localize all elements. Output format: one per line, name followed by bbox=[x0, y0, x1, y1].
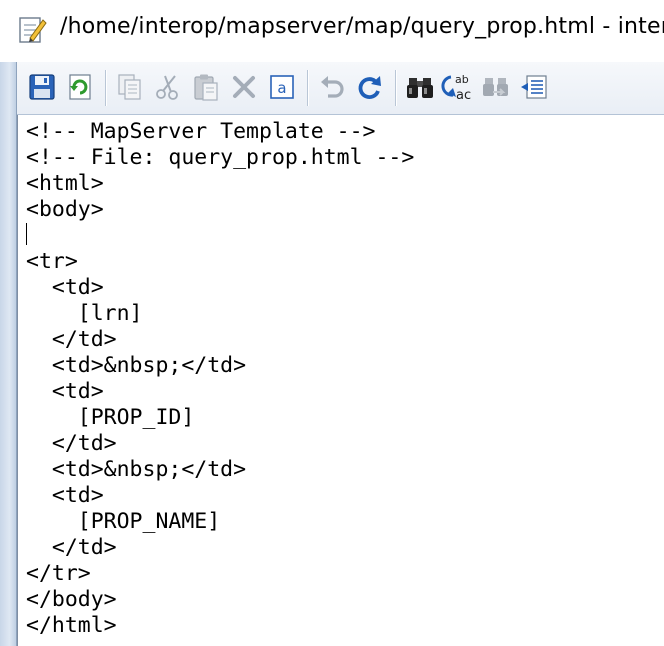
copy-icon bbox=[118, 74, 141, 100]
find-button[interactable] bbox=[403, 70, 437, 104]
toolbar-separator bbox=[307, 70, 309, 106]
select-all-icon: a bbox=[270, 75, 294, 99]
code-line[interactable]: <td>&nbsp;</td> bbox=[26, 457, 414, 483]
code-line-text: <td>&nbsp;</td> bbox=[26, 353, 247, 378]
code-line-text: <!-- MapServer Template --> bbox=[26, 119, 376, 144]
cut-button[interactable] bbox=[151, 70, 185, 104]
code-line[interactable]: <td> bbox=[26, 483, 414, 509]
code-line-text: [PROP_ID] bbox=[26, 405, 195, 430]
code-line-text: <td>&nbsp;</td> bbox=[26, 457, 247, 482]
delete-button[interactable] bbox=[227, 70, 261, 104]
code-line[interactable]: </td> bbox=[26, 327, 414, 353]
code-line[interactable]: <td> bbox=[26, 379, 414, 405]
redo-button[interactable] bbox=[353, 70, 387, 104]
text-editor[interactable]: <!-- MapServer Template --> <!-- File: qu… bbox=[17, 115, 664, 646]
code-line[interactable]: <td> bbox=[26, 275, 414, 301]
toolbar-separator bbox=[395, 70, 397, 106]
find-next-button[interactable] bbox=[479, 70, 513, 104]
code-line[interactable]: <tr> bbox=[26, 249, 414, 275]
code-line-text: <tr> bbox=[26, 249, 78, 274]
save-icon bbox=[29, 74, 55, 100]
replace-button[interactable]: ab ac bbox=[441, 70, 475, 104]
code-line-text: <td> bbox=[26, 483, 104, 508]
find-next-icon bbox=[483, 78, 508, 96]
code-line-text: [lrn] bbox=[26, 301, 143, 326]
code-line-text: </td> bbox=[26, 535, 117, 560]
code-line[interactable]: [PROP_ID] bbox=[26, 405, 414, 431]
code-line-text: <!-- File: query_prop.html --> bbox=[26, 145, 415, 170]
replace-glyph-top: ab bbox=[455, 73, 469, 86]
code-line-text: </html> bbox=[26, 613, 117, 638]
copy-button[interactable] bbox=[113, 70, 147, 104]
toolbar-separator bbox=[105, 70, 107, 106]
window-frame-left bbox=[0, 62, 17, 646]
code-content[interactable]: <!-- MapServer Template --> <!-- File: qu… bbox=[26, 119, 414, 639]
goto-line-icon bbox=[521, 75, 547, 99]
undo-button[interactable] bbox=[315, 70, 349, 104]
replace-glyph-bottom: ac bbox=[456, 88, 471, 103]
window-title: /home/interop/mapserver/map/query_prop.h… bbox=[60, 14, 664, 39]
title-bar[interactable]: /home/interop/mapserver/map/query_prop.h… bbox=[0, 0, 664, 62]
code-line[interactable]: </td> bbox=[26, 535, 414, 561]
code-line[interactable]: <body> bbox=[26, 197, 414, 223]
code-line-text: <body> bbox=[26, 197, 104, 222]
code-line[interactable] bbox=[26, 223, 414, 249]
code-line-text: [PROP_NAME] bbox=[26, 509, 221, 534]
code-line[interactable]: <!-- File: query_prop.html --> bbox=[26, 145, 414, 171]
code-line[interactable]: [PROP_NAME] bbox=[26, 509, 414, 535]
text-cursor bbox=[26, 223, 27, 245]
find-replace-icon: ab ac bbox=[441, 73, 471, 103]
code-line[interactable]: </tr> bbox=[26, 561, 414, 587]
scissors-icon bbox=[156, 75, 178, 100]
reload-icon bbox=[69, 74, 91, 100]
delete-icon bbox=[233, 76, 255, 98]
paste-button[interactable] bbox=[189, 70, 223, 104]
code-line[interactable]: [lrn] bbox=[26, 301, 414, 327]
code-line-text: <td> bbox=[26, 379, 104, 404]
paste-icon bbox=[194, 74, 218, 101]
editor-window: /home/interop/mapserver/map/query_prop.h… bbox=[0, 0, 664, 646]
redo-icon bbox=[358, 76, 381, 99]
select-all-glyph: a bbox=[277, 79, 286, 97]
code-line[interactable]: </td> bbox=[26, 431, 414, 457]
binoculars-icon bbox=[407, 78, 433, 98]
code-line-text: </tr> bbox=[26, 561, 91, 586]
select-all-button[interactable]: a bbox=[265, 70, 299, 104]
code-line-text: </td> bbox=[26, 327, 117, 352]
undo-icon bbox=[321, 76, 344, 98]
save-button[interactable] bbox=[25, 70, 59, 104]
code-line[interactable]: </body> bbox=[26, 587, 414, 613]
code-line-text: </td> bbox=[26, 431, 117, 456]
code-line[interactable]: <!-- MapServer Template --> bbox=[26, 119, 414, 145]
code-line[interactable]: <td>&nbsp;</td> bbox=[26, 353, 414, 379]
code-line[interactable]: </html> bbox=[26, 613, 414, 639]
code-line-text: </body> bbox=[26, 587, 117, 612]
code-line[interactable]: <html> bbox=[26, 171, 414, 197]
goto-line-button[interactable] bbox=[517, 70, 551, 104]
reload-button[interactable] bbox=[63, 70, 97, 104]
code-line-text: <td> bbox=[26, 275, 104, 300]
code-line-text: <html> bbox=[26, 171, 104, 196]
toolbar: a ab ac bbox=[17, 62, 664, 115]
notepad-pencil-icon bbox=[19, 17, 47, 43]
